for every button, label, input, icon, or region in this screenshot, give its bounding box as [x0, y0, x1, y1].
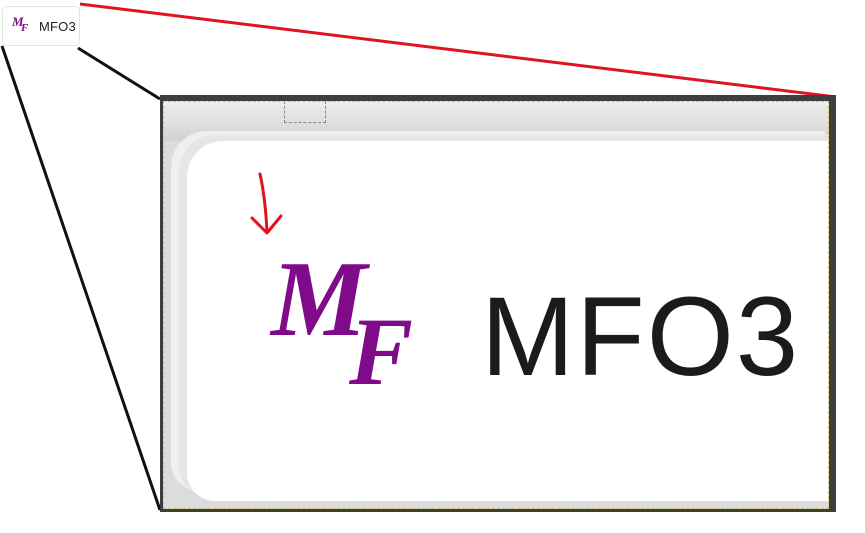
- zoom-top-band: [163, 101, 829, 141]
- connector-black-line-bottom: [0, 45, 162, 511]
- down-right-arrow-icon: [250, 172, 283, 235]
- mf-logo-icon: M F: [12, 14, 29, 34]
- connector-black-line-top: [77, 46, 161, 101]
- mfo3-button[interactable]: M F MFO3: [2, 6, 80, 46]
- connector-red-line: [79, 2, 837, 99]
- button-label: MFO3: [39, 18, 76, 34]
- logo-letter-m: M: [271, 240, 367, 359]
- zoomed-label: MFO3: [481, 274, 801, 399]
- zoom-panel: M F MFO3: [160, 95, 836, 512]
- screenshot-canvas: M F MFO3 M F MFO3: [0, 0, 865, 533]
- zoom-dotted-box: [284, 101, 326, 123]
- logo-letter-f: F: [349, 298, 414, 405]
- zoomed-mf-logo-icon: M F: [263, 246, 433, 416]
